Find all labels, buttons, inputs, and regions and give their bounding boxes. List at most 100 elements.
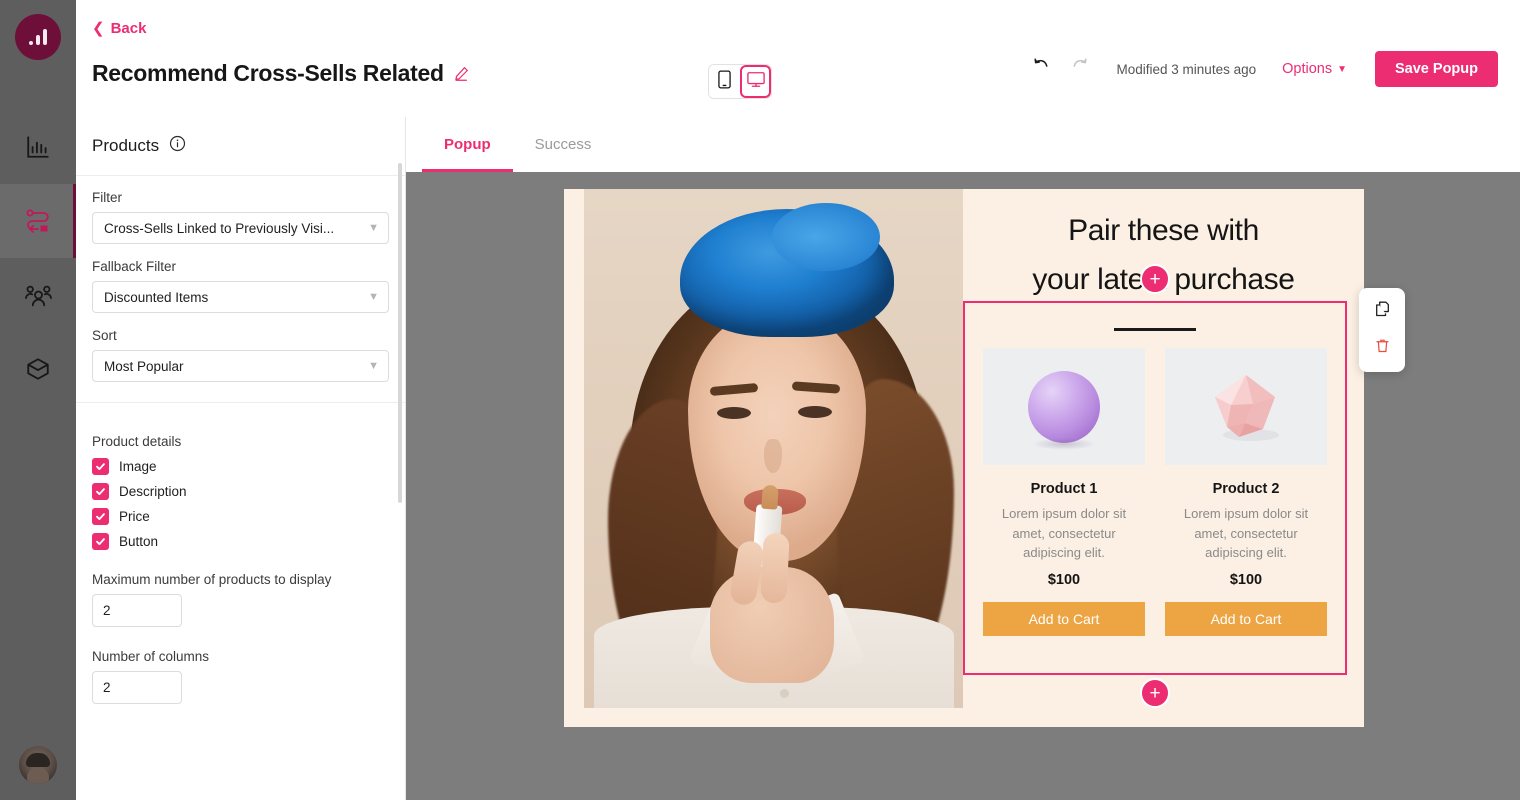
products-block-selected[interactable]: Product 1 Lorem ipsum dolor sit amet, co… [963, 301, 1347, 675]
product-card[interactable]: Product 1 Lorem ipsum dolor sit amet, co… [983, 348, 1145, 636]
panel-title: Products [92, 136, 160, 155]
checkbox-image[interactable]: Image [92, 458, 389, 475]
add-block-below-button[interactable]: + [1140, 678, 1170, 708]
main-column: ❮ Back Recommend Cross-Sells Related Mod… [76, 0, 1520, 800]
device-preview-toggle [708, 64, 772, 99]
checkbox-button[interactable]: Button [92, 533, 389, 550]
sidebar-scrollbar[interactable] [398, 163, 402, 503]
checkbox-label: Image [119, 459, 157, 474]
fallback-filter-select[interactable]: Discounted Items ▼ [92, 281, 389, 313]
sidebar-item-analytics[interactable] [0, 110, 76, 184]
box-icon [25, 356, 51, 382]
checkbox-description[interactable]: Description [92, 483, 389, 500]
settings-sidebar: Products Filter Cross-Sells Linked to Pr… [76, 117, 406, 800]
product-image [1165, 348, 1327, 465]
undo-button[interactable] [1023, 50, 1061, 88]
pencil-icon[interactable] [454, 66, 469, 81]
chevron-down-icon: ▼ [1337, 63, 1347, 75]
product-price: $100 [1047, 571, 1081, 588]
journey-flow-icon [24, 208, 52, 234]
undo-arrow-icon [1031, 56, 1052, 82]
check-icon [92, 458, 109, 475]
header-actions: Modified 3 minutes ago Options ▼ Save Po… [1023, 50, 1498, 88]
device-toggle-mobile[interactable] [709, 65, 740, 98]
sort-select[interactable]: Most Popular ▼ [92, 350, 389, 382]
product-details-label: Product details [92, 434, 182, 449]
filter-label: Filter [92, 190, 122, 205]
trash-icon [1375, 338, 1390, 359]
product-name: Product 2 [1212, 481, 1280, 497]
check-icon [92, 533, 109, 550]
filter-select[interactable]: Cross-Sells Linked to Previously Visi...… [92, 212, 389, 244]
checkbox-label: Button [119, 534, 159, 549]
tab-success[interactable]: Success [513, 117, 614, 172]
canvas-tabs: Popup Success [406, 117, 1520, 172]
chevron-down-icon: ▼ [368, 360, 379, 372]
settings-panel-header: Products [76, 117, 405, 176]
max-products-input[interactable] [92, 594, 182, 627]
sidebar-item-journeys[interactable] [0, 184, 76, 258]
product-price: $100 [1229, 571, 1263, 588]
sidebar-item-audience[interactable] [0, 258, 76, 332]
duplicate-icon [1375, 301, 1390, 322]
tab-popup[interactable]: Popup [422, 117, 513, 172]
product-card[interactable]: Product 2 Lorem ipsum dolor sit amet, co… [1165, 348, 1327, 636]
monitor-icon [746, 71, 765, 93]
bar-chart-icon [25, 134, 51, 160]
add-to-cart-button[interactable]: Add to Cart [1165, 601, 1327, 636]
app-logo[interactable] [15, 14, 61, 60]
editor-body: Products Filter Cross-Sells Linked to Pr… [76, 117, 1520, 800]
product-description: Lorem ipsum dolor sit amet, consectetur … [1001, 506, 1127, 560]
check-icon [92, 483, 109, 500]
avatar[interactable] [19, 746, 57, 784]
people-icon [24, 282, 52, 308]
rail-items [0, 110, 76, 406]
popup-hero-image[interactable] [584, 189, 963, 708]
redo-arrow-icon [1069, 56, 1090, 82]
chevron-down-icon: ▼ [368, 222, 379, 234]
fallback-filter-value: Discounted Items [104, 289, 209, 305]
columns-label: Number of columns [92, 649, 210, 664]
chevron-left-icon: ❮ [92, 20, 105, 37]
add-to-cart-button[interactable]: Add to Cart [983, 601, 1145, 636]
product-name: Product 1 [1030, 481, 1098, 497]
check-icon [92, 508, 109, 525]
mobile-icon [718, 69, 731, 94]
back-button[interactable]: ❮ Back [92, 20, 146, 37]
popup-content: Pair these with your latest purchase + P… [963, 189, 1364, 727]
checkbox-label: Price [119, 509, 150, 524]
preview-canvas: Popup Success Pair these with your lates… [406, 117, 1520, 800]
product-description: Lorem ipsum dolor sit amet, consectetur … [1183, 506, 1309, 560]
delete-block-button[interactable] [1375, 338, 1390, 359]
info-circle-icon[interactable] [169, 135, 186, 157]
sort-label: Sort [92, 328, 117, 343]
app-root: ❮ Back Recommend Cross-Sells Related Mod… [0, 0, 1520, 800]
redo-button[interactable] [1061, 50, 1099, 88]
add-block-above-button[interactable]: + [1140, 264, 1170, 294]
element-toolbar [1359, 288, 1405, 372]
save-popup-button[interactable]: Save Popup [1375, 51, 1498, 87]
filter-value: Cross-Sells Linked to Previously Visi... [104, 220, 335, 236]
chevron-down-icon: ▼ [368, 291, 379, 303]
last-modified-label: Modified 3 minutes ago [1116, 61, 1257, 77]
options-menu-button[interactable]: Options ▼ [1282, 61, 1347, 77]
editor-header: ❮ Back Recommend Cross-Sells Related Mod… [76, 0, 1520, 117]
duplicate-block-button[interactable] [1375, 301, 1390, 322]
page-title: Recommend Cross-Sells Related [92, 60, 444, 86]
purple-sphere-icon [1028, 370, 1100, 443]
sort-value: Most Popular [104, 358, 184, 374]
device-toggle-desktop[interactable] [740, 65, 771, 98]
checkbox-label: Description [119, 484, 187, 499]
fallback-filter-label: Fallback Filter [92, 259, 177, 274]
filter-settings-section: Filter Cross-Sells Linked to Previously … [76, 176, 405, 382]
popup-preview: Pair these with your latest purchase + P… [564, 189, 1364, 727]
primary-nav-rail [0, 0, 76, 800]
options-label: Options [1282, 61, 1333, 77]
checkbox-price[interactable]: Price [92, 508, 389, 525]
back-label: Back [110, 20, 147, 37]
popup-heading-line1: Pair these with [1068, 214, 1259, 247]
canvas-stage: Pair these with your latest purchase + P… [406, 172, 1520, 800]
columns-input[interactable] [92, 671, 182, 704]
product-details-section: Product details Image Description Price … [76, 403, 405, 704]
sidebar-item-products[interactable] [0, 332, 76, 406]
